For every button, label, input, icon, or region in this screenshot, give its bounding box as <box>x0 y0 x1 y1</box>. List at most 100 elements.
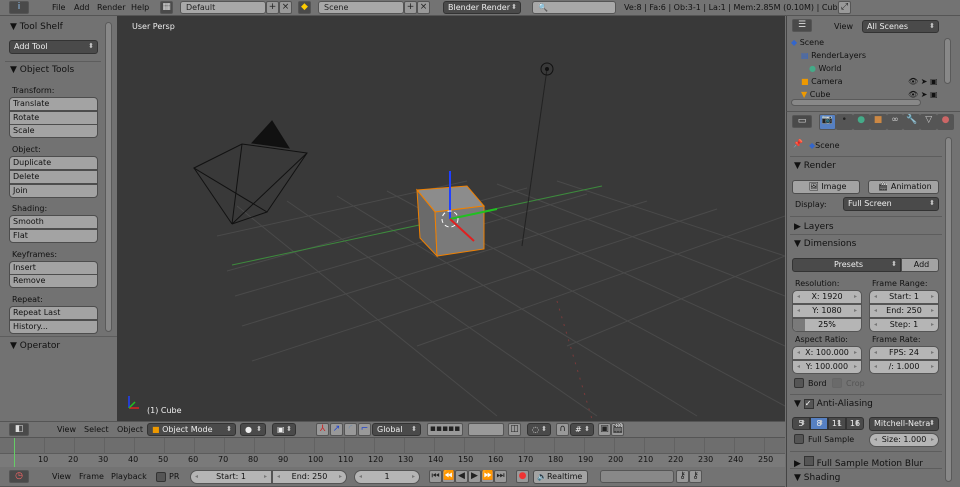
filter-size-field[interactable]: Size: 1.000 <box>869 433 939 447</box>
tool-button-join[interactable]: Join <box>9 183 98 198</box>
sync-mode-button[interactable]: 🔈Realtime <box>533 470 588 484</box>
end-frame-field[interactable]: End: 250 <box>272 470 347 484</box>
scale-icon[interactable]: ⌐ <box>358 423 371 436</box>
aa-sample-11[interactable]: 11 <box>828 417 846 430</box>
delete-keyframe-icon[interactable]: ⚷ <box>689 470 702 483</box>
menu-playback[interactable]: Playback <box>111 472 147 481</box>
snap-element-dropdown[interactable]: # <box>570 423 594 436</box>
tool-button-history[interactable]: History... <box>9 319 98 334</box>
material-tab-icon[interactable]: ● <box>937 114 954 130</box>
tool-button-flat[interactable]: Flat <box>9 228 98 243</box>
menu-render[interactable]: Render <box>97 3 125 12</box>
timeline-editor-icon[interactable]: ◷ <box>9 470 29 483</box>
translate-icon[interactable]: ↗ <box>330 423 343 436</box>
add-preset-button[interactable]: Add <box>901 258 939 272</box>
lock-camera-icon[interactable]: ◫ <box>508 423 521 436</box>
render-animation-button[interactable]: 🎬 Animation <box>868 180 939 194</box>
render-tab-icon[interactable]: 📷 <box>819 114 836 130</box>
prev-keyframe-icon[interactable]: ⏪ <box>442 470 455 483</box>
object-tools-title[interactable]: ▼ Object Tools <box>10 65 74 75</box>
shading-panel-title[interactable]: ▼ Shading <box>794 473 840 483</box>
insert-keyframe-icon[interactable]: ⚷ <box>676 470 689 483</box>
data-tab-icon[interactable]: ▽ <box>920 114 938 130</box>
layers-grid-2[interactable] <box>468 423 504 436</box>
aa-sample-5[interactable]: 5 <box>792 417 810 430</box>
fps-base-field[interactable]: /: 1.000 <box>869 360 939 374</box>
fullscreen-icon[interactable]: ⤢ <box>838 1 851 14</box>
anti-aliasing-panel-title[interactable]: ▼ ✓ Anti-Aliasing <box>794 399 873 409</box>
dimensions-panel-title[interactable]: ▼ Dimensions <box>794 239 856 249</box>
render-engine-dropdown[interactable]: Blender Render <box>443 1 521 14</box>
properties-scrollbar[interactable] <box>945 137 952 482</box>
aa-filter-dropdown[interactable]: Mitchell-Netra <box>869 417 939 431</box>
scene-tab-icon[interactable]: • <box>835 114 853 130</box>
jump-start-icon[interactable]: ⏮ <box>429 470 442 483</box>
current-frame-marker[interactable] <box>14 438 15 467</box>
outliner-item-world[interactable]: ● World <box>809 64 841 73</box>
tool-button-scale[interactable]: Scale <box>9 124 98 139</box>
play-reverse-icon[interactable]: ◀ <box>455 470 468 483</box>
snap-icon[interactable]: ∩ <box>556 423 569 436</box>
menu-select[interactable]: Select <box>84 425 109 434</box>
tool-button-duplicate[interactable]: Duplicate <box>9 156 98 171</box>
tool-shelf-scrollbar[interactable] <box>105 22 112 332</box>
menu-frame[interactable]: Frame <box>79 472 104 481</box>
tool-button-remove[interactable]: Remove <box>9 274 98 289</box>
tool-shelf-title[interactable]: ▼ Tool Shelf <box>10 22 63 32</box>
object-tab-icon[interactable]: ■ <box>869 114 887 130</box>
frame-start-field[interactable]: Start: 1 <box>869 290 939 304</box>
layout-field[interactable]: Default <box>180 1 266 14</box>
record-icon[interactable]: ● <box>516 470 529 483</box>
orientation-dropdown[interactable]: Global <box>372 423 421 436</box>
properties-editor-icon[interactable]: ▭ <box>792 115 812 128</box>
menu-help[interactable]: Help <box>131 3 149 12</box>
add-tool-dropdown[interactable]: Add Tool <box>9 40 98 54</box>
display-mode-dropdown[interactable]: All Scenes <box>862 20 939 33</box>
render-image-button[interactable]: 🖼 Image <box>792 180 860 194</box>
aa-sample-8[interactable]: 8 <box>810 417 828 430</box>
play-icon[interactable]: ▶ <box>468 470 481 483</box>
modifiers-tab-icon[interactable]: 🔧 <box>903 114 921 130</box>
outliner-item-renderlayers[interactable]: ▤ RenderLayers <box>801 51 866 60</box>
scene-icon[interactable]: ◆ <box>298 1 311 14</box>
full-sample-checkbox[interactable] <box>794 434 804 444</box>
rotate-icon[interactable]: ◜ <box>344 423 357 436</box>
tool-button-rotate[interactable]: Rotate <box>9 110 98 125</box>
editor-type-icon[interactable]: ◧ <box>9 423 29 436</box>
menu-view[interactable]: View <box>57 425 76 434</box>
info-editor-icon[interactable]: i <box>9 1 29 14</box>
3d-viewport[interactable]: User Persp (1) Cube <box>117 16 785 421</box>
aspect-x-field[interactable]: X: 100.000 <box>792 346 862 360</box>
next-keyframe-icon[interactable]: ⏩ <box>481 470 494 483</box>
pin-icon[interactable]: 📌 <box>793 139 803 148</box>
resolution-percent-slider[interactable]: 25% <box>792 318 862 332</box>
aspect-y-field[interactable]: Y: 100.000 <box>792 360 862 374</box>
outliner-item-scene[interactable]: ◆ Scene <box>791 38 824 47</box>
tool-button-insert[interactable]: Insert <box>9 260 98 275</box>
manipulator-icon[interactable]: ⅄ <box>316 423 329 436</box>
outliner-scrollbar[interactable] <box>944 38 951 84</box>
scene-field[interactable]: Scene <box>318 1 404 14</box>
current-frame-field[interactable]: 1 <box>354 470 420 484</box>
resolution-y-field[interactable]: Y: 1080 <box>792 304 862 318</box>
remove-scene-icon[interactable]: × <box>417 1 430 14</box>
world-tab-icon[interactable]: ● <box>852 114 870 130</box>
tool-button-translate[interactable]: Translate <box>9 97 98 111</box>
motion-blur-checkbox[interactable] <box>803 456 814 466</box>
menu-object[interactable]: Object <box>117 425 143 434</box>
menu-add[interactable]: Add <box>74 3 90 12</box>
outliner-item-cube[interactable]: ▼ Cube <box>801 90 830 99</box>
outliner-item-camera[interactable]: ■ Camera <box>801 77 843 86</box>
menu-file[interactable]: File <box>52 3 65 12</box>
layout-icon[interactable]: ▦ <box>160 1 173 14</box>
jump-end-icon[interactable]: ⏭ <box>494 470 507 483</box>
constraints-tab-icon[interactable]: ∞ <box>886 114 904 130</box>
visibility-icons[interactable]: 👁 ➤ ▣ <box>908 77 938 86</box>
pivot-dropdown[interactable]: ▣ <box>272 423 296 436</box>
render-anim-icon[interactable]: 🎬 <box>611 423 624 436</box>
preview-range-checkbox[interactable] <box>156 472 166 482</box>
frame-end-field[interactable]: End: 250 <box>869 304 939 318</box>
layers-panel-title[interactable]: ▶ Layers <box>794 222 834 232</box>
render-panel-title[interactable]: ▼ Render <box>794 161 836 171</box>
visibility-icons[interactable]: 👁 ➤ ▣ <box>908 90 938 99</box>
